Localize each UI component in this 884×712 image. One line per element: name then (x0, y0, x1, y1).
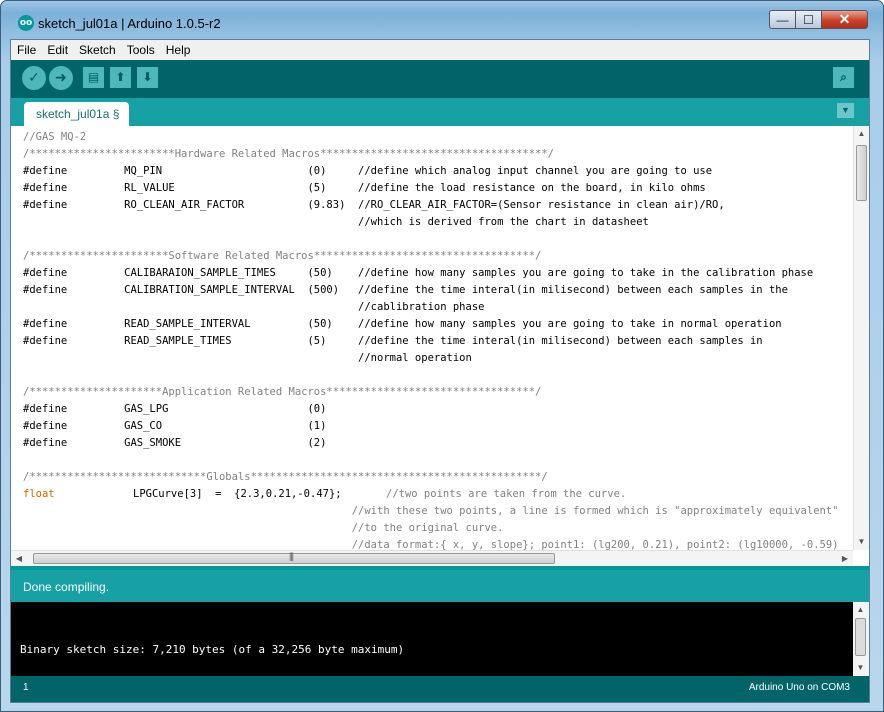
serial-monitor-button[interactable]: ⌕ (833, 67, 854, 88)
board-info: Arduino Uno on COM3 (748, 682, 850, 693)
code-line: float (23, 488, 55, 500)
close-button[interactable]: ✕ (821, 10, 868, 29)
code-line: /****************************Globals****… (23, 471, 548, 483)
menu-help[interactable]: Help (160, 40, 196, 60)
menu-tools[interactable]: Tools (121, 40, 160, 60)
code-line: #define RL_VALUE (5) //define the load r… (23, 182, 706, 194)
editor-horizontal-scrollbar[interactable]: ◀ ||| ▶ (11, 550, 853, 566)
client-area: File Edit Sketch Tools Help ✓ ➜ ▤ ⬆ ⬇ ⌕ … (10, 39, 870, 703)
toolbar: ✓ ➜ ▤ ⬆ ⬇ ⌕ (11, 60, 869, 98)
arduino-ide-window: oo sketch_jul01a | Arduino 1.0.5-r2 — ☐ … (0, 0, 884, 712)
menu-edit[interactable]: Edit (41, 40, 73, 60)
code-line: //cablibration phase (23, 301, 485, 313)
verify-button[interactable]: ✓ (22, 66, 46, 90)
editor-vertical-scrollbar[interactable]: ▲ ▼ (853, 126, 869, 550)
console-text: Binary sketch size: 7,210 bytes (of a 32… (20, 643, 405, 656)
scroll-grip-icon: ||| (289, 551, 294, 561)
arduino-logo-icon: oo (18, 15, 34, 31)
scroll-up-icon[interactable]: ▲ (854, 126, 869, 142)
console-scrollbar[interactable]: ▲ ▼ (853, 602, 869, 676)
code-text-area[interactable]: //GAS MQ-2 /***********************Hardwa… (11, 126, 853, 550)
code-line: #define GAS_SMOKE (2) (23, 437, 327, 449)
code-line: #define READ_SAMPLE_INTERVAL (50) //defi… (23, 318, 782, 330)
console-output[interactable]: Binary sketch size: 7,210 bytes (of a 32… (11, 602, 869, 676)
code-line: #define GAS_CO (1) (23, 420, 327, 432)
open-sketch-button[interactable]: ⬆ (110, 67, 131, 88)
window-title: sketch_jul01a | Arduino 1.0.5-r2 (38, 16, 221, 31)
menu-bar: File Edit Sketch Tools Help (11, 40, 869, 61)
new-sketch-button[interactable]: ▤ (83, 67, 104, 88)
code-editor[interactable]: //GAS MQ-2 /***********************Hardwa… (11, 126, 869, 566)
code-line: //to the original curve. (23, 522, 504, 534)
scroll-down-icon[interactable]: ▼ (854, 534, 869, 550)
code-line: /*********************Application Relate… (23, 386, 542, 398)
tab-sketch-jul01a[interactable]: sketch_jul01a § (24, 102, 129, 126)
scroll-right-icon[interactable]: ▶ (837, 551, 853, 566)
code-line: #define CALIBRATION_SAMPLE_INTERVAL (500… (23, 284, 788, 296)
status-message: Done compiling. (23, 580, 110, 594)
code-line: //which is derived from the chart in dat… (23, 216, 649, 228)
maximize-button[interactable]: ☐ (795, 10, 822, 29)
code-line: //GAS MQ-2 (23, 131, 87, 143)
footer-bar: 1 Arduino Uno on COM3 (11, 676, 869, 702)
code-line: //normal operation (23, 352, 472, 364)
code-line-float-declaration: LPGCurve[3] = {2.3,0.21,-0.47}; (133, 488, 342, 500)
console-scroll-thumb[interactable] (855, 618, 866, 656)
minimize-button[interactable]: — (769, 10, 796, 29)
code-line: #define MQ_PIN (0) //define which analog… (23, 165, 713, 177)
console-scroll-up-icon[interactable]: ▲ (853, 602, 868, 618)
code-line: /**********************Software Related … (23, 250, 542, 262)
tab-menu-icon[interactable]: ▼ (837, 103, 854, 118)
line-number: 1 (23, 682, 29, 693)
tab-bar: sketch_jul01a § ▼ (11, 98, 869, 126)
title-bar[interactable]: oo sketch_jul01a | Arduino 1.0.5-r2 — ☐ … (1, 1, 883, 39)
menu-file[interactable]: File (11, 40, 41, 60)
upload-button[interactable]: ➜ (49, 66, 73, 90)
code-line: #define CALIBARAION_SAMPLE_TIMES (50) //… (23, 267, 814, 279)
code-line: #define GAS_LPG (0) (23, 403, 327, 415)
editor-vertical-scroll-thumb[interactable] (856, 145, 867, 201)
code-line: #define READ_SAMPLE_TIMES (5) //define t… (23, 335, 763, 347)
code-line: //with these two points, a line is forme… (23, 505, 839, 517)
menu-sketch[interactable]: Sketch (73, 40, 121, 60)
code-line: /***********************Hardware Related… (23, 148, 555, 160)
code-line: #define RO_CLEAN_AIR_FACTOR (9.83) //RO_… (23, 199, 725, 211)
status-bar: Done compiling. (11, 566, 869, 602)
save-sketch-button[interactable]: ⬇ (137, 67, 158, 88)
code-line: //data format:{ x, y, slope}; point1: (l… (23, 539, 839, 550)
editor-horizontal-scroll-thumb[interactable]: ||| (33, 551, 555, 564)
code-line-float-comment: //two points are taken from the curve. (386, 488, 627, 500)
scroll-left-icon[interactable]: ◀ (11, 551, 27, 566)
console-scroll-down-icon[interactable]: ▼ (853, 660, 868, 676)
